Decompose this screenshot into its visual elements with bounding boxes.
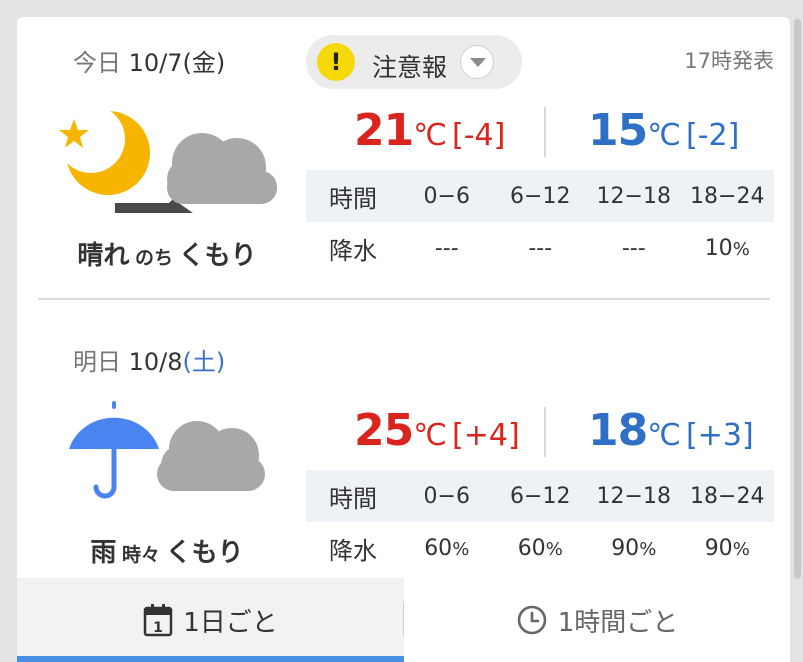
warning-icon: ! — [317, 43, 355, 81]
calendar-digit: 1 — [153, 620, 163, 636]
today-high-temp: 21℃ [-4] — [354, 105, 505, 156]
period-0-6: 0−6 — [423, 483, 470, 509]
precip-num: 90 — [704, 535, 733, 561]
page-scrollbar[interactable] — [792, 0, 803, 662]
precip-value: --- — [400, 236, 494, 261]
tab-hourly-label: 1時間ごと — [557, 607, 679, 638]
forecast-tab-bar: 1 1日ごと 1時間ごと — [17, 578, 790, 662]
precip-num: --- — [434, 235, 459, 261]
precip-value: 60% — [400, 536, 494, 561]
precip-header-row: 時間 0−6 6−12 12−18 18−24 — [306, 170, 774, 222]
precip-num: 10 — [704, 235, 733, 261]
today-condition-main: 晴れ — [77, 241, 130, 271]
period-0-6: 0−6 — [423, 183, 470, 209]
precip-value: 60% — [494, 536, 588, 561]
tomorrow-low-unit: ℃ — [647, 418, 681, 453]
tomorrow-condition-main: 雨 — [90, 538, 117, 568]
time-header-label: 時間 — [329, 184, 377, 213]
warning-label: 注意報 — [372, 53, 448, 82]
today-low-diff: [-2] — [686, 118, 740, 153]
today-temperatures: 21℃ [-4] 15℃ [-2] — [306, 105, 776, 161]
tomorrow-temperatures: 25℃ [+4] 18℃ [+3] — [306, 405, 776, 461]
tomorrow-date-value: 10/8 — [128, 348, 183, 376]
scrollbar-thumb[interactable] — [794, 19, 801, 579]
precip-unit: % — [639, 538, 657, 560]
tomorrow-precip-table: 時間 0−6 6−12 12−18 18−24 降水 60% 60% 90% 9… — [306, 470, 774, 574]
period-6-12: 6−12 — [510, 183, 571, 209]
today-low-temp: 15℃ [-2] — [588, 105, 739, 156]
today-condition-after: くもり — [178, 241, 257, 271]
today-date-prefix: 今日 — [73, 49, 121, 77]
tomorrow-condition: 雨 時々 くもり — [55, 532, 279, 569]
warning-advisory-button[interactable]: ! 注意報 — [306, 35, 522, 89]
tomorrow-condition-joiner: 時々 — [121, 544, 160, 566]
precip-value: --- — [587, 236, 681, 261]
precip-num: 90 — [611, 535, 640, 561]
precip-header-row: 時間 0−6 6−12 12−18 18−24 — [306, 470, 774, 522]
tomorrow-low-temp: 18℃ [+3] — [588, 405, 754, 456]
precip-value: --- — [494, 236, 588, 261]
tab-daily[interactable]: 1 1日ごと — [17, 578, 404, 662]
tomorrow-condition-after: くもり — [165, 538, 244, 568]
tomorrow-high-temp: 25℃ [+4] — [354, 405, 520, 456]
period-12-18: 12−18 — [596, 183, 671, 209]
precip-value-row: 降水 60% 60% 90% 90% — [306, 522, 774, 574]
moon-star-then-cloud-icon — [57, 105, 277, 217]
calendar-icon: 1 — [143, 603, 173, 637]
period-18-24: 18−24 — [690, 483, 765, 509]
tomorrow-high-value: 25 — [354, 405, 414, 456]
today-condition-joiner: のち — [134, 247, 173, 269]
tomorrow-high-diff: [+4] — [452, 418, 520, 453]
precip-value: 90% — [681, 536, 775, 561]
tomorrow-date: 明日 10/8(土) — [73, 342, 225, 377]
active-tab-indicator — [17, 656, 404, 662]
tomorrow-high-unit: ℃ — [413, 418, 447, 453]
announce-time: 17時発表 — [684, 49, 774, 73]
tab-hourly[interactable]: 1時間ごと — [404, 578, 790, 662]
period-12-18: 12−18 — [596, 483, 671, 509]
precip-num: --- — [621, 235, 646, 261]
today-forecast: 今日 10/7(金) ! 注意報 17時発表 晴れ のち くもり 21℃ [-4… — [17, 17, 790, 298]
precip-unit: % — [732, 238, 750, 260]
today-precip-table: 時間 0−6 6−12 12−18 18−24 降水 --- --- --- 1… — [306, 170, 774, 274]
umbrella-and-cloud-icon — [57, 401, 277, 511]
precip-unit: % — [732, 538, 750, 560]
precip-num: 60 — [517, 535, 546, 561]
precip-value-row: 降水 --- --- --- 10% — [306, 222, 774, 274]
today-high-diff: [-4] — [452, 118, 506, 153]
chevron-down-icon[interactable] — [460, 45, 494, 79]
precip-num: 60 — [424, 535, 453, 561]
today-high-value: 21 — [354, 105, 414, 156]
today-date-value: 10/7(金) — [128, 49, 226, 77]
today-low-unit: ℃ — [647, 118, 681, 153]
today-date: 今日 10/7(金) — [73, 43, 225, 78]
temp-separator — [544, 107, 546, 157]
clock-icon — [516, 604, 548, 636]
time-header-label: 時間 — [329, 484, 377, 513]
today-low-value: 15 — [588, 105, 648, 156]
precip-num: --- — [528, 235, 553, 261]
tab-daily-label: 1日ごと — [183, 607, 278, 638]
period-18-24: 18−24 — [690, 183, 765, 209]
tomorrow-low-value: 18 — [588, 405, 648, 456]
tomorrow-day-of-week: (土) — [182, 348, 226, 376]
precip-label: 降水 — [329, 236, 377, 265]
precip-unit: % — [545, 538, 563, 560]
period-6-12: 6−12 — [510, 483, 571, 509]
precip-value: 90% — [587, 536, 681, 561]
today-high-unit: ℃ — [413, 118, 447, 153]
temp-separator — [544, 407, 546, 457]
precip-label: 降水 — [329, 536, 377, 565]
precip-unit: % — [452, 538, 470, 560]
today-condition: 晴れ のち くもり — [55, 235, 279, 272]
tomorrow-low-diff: [+3] — [686, 418, 754, 453]
tomorrow-forecast: 明日 10/8(土) 雨 時々 くもり 25℃ [+4] 18℃ [+3] 時間… — [17, 299, 790, 594]
tomorrow-date-prefix: 明日 — [73, 348, 121, 376]
weather-forecast-card: 今日 10/7(金) ! 注意報 17時発表 晴れ のち くもり 21℃ [-4… — [17, 17, 790, 662]
precip-value: 10% — [681, 236, 775, 261]
